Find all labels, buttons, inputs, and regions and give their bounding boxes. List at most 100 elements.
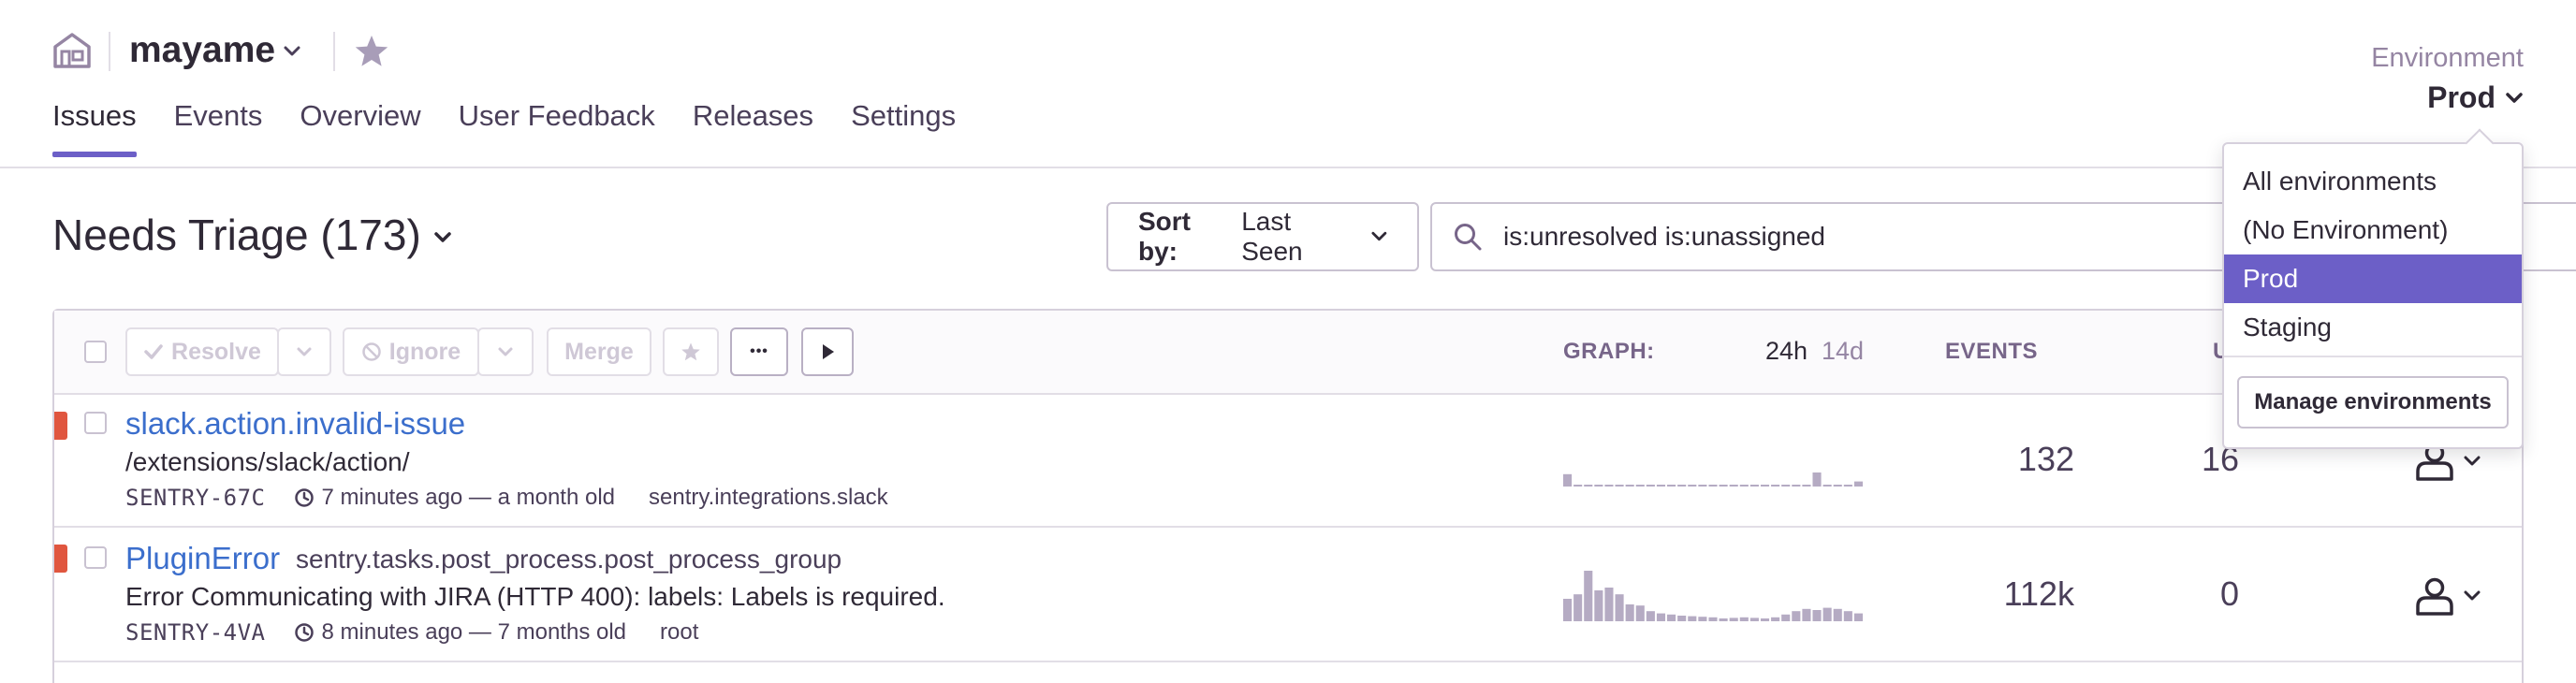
merge-button[interactable]: Merge bbox=[547, 327, 651, 376]
project-nav: Issues Events Overview User Feedback Rel… bbox=[52, 99, 956, 157]
tab-user-feedback[interactable]: User Feedback bbox=[459, 99, 655, 152]
chevron-down-icon bbox=[2464, 456, 2481, 466]
issue-title-link[interactable]: slack.action.invalid-issue bbox=[125, 406, 465, 442]
assignee-selector[interactable] bbox=[2415, 574, 2492, 618]
issue-message: Error Communicating with JIRA (HTTP 400)… bbox=[125, 582, 945, 611]
header-divider bbox=[333, 32, 335, 71]
sparkline-bar bbox=[1656, 613, 1666, 621]
chevron-down-icon bbox=[2464, 590, 2481, 601]
sort-label: Sort by: bbox=[1138, 207, 1191, 266]
issue-logger[interactable]: sentry.integrations.slack bbox=[649, 485, 888, 511]
sparkline-bar bbox=[1573, 485, 1583, 487]
sparkline-bar bbox=[1563, 473, 1573, 487]
environment-selected-value: Prod bbox=[2427, 80, 2496, 114]
header-divider-line bbox=[0, 167, 2576, 168]
issue-title-link[interactable]: PluginError bbox=[125, 541, 280, 576]
resolve-options-button[interactable] bbox=[277, 327, 331, 376]
issue-logger[interactable]: root bbox=[660, 619, 698, 646]
sparkline-bar bbox=[1812, 472, 1822, 487]
issue-checkbox[interactable] bbox=[84, 546, 107, 569]
ignore-options-button[interactable] bbox=[477, 327, 534, 376]
tab-overview[interactable]: Overview bbox=[300, 99, 420, 152]
sparkline-bar bbox=[1843, 611, 1852, 621]
clock-icon bbox=[294, 623, 314, 642]
chevron-down-icon[interactable] bbox=[283, 45, 301, 58]
sparkline-bar bbox=[1739, 617, 1749, 621]
events-column-header: EVENTS bbox=[1945, 339, 2039, 364]
sparkline-bar bbox=[1719, 618, 1728, 621]
manage-environments-button[interactable]: Manage environments bbox=[2237, 376, 2509, 429]
sparkline-bar bbox=[1563, 599, 1573, 621]
issue-short-id[interactable]: SENTRY-4VA bbox=[125, 619, 266, 646]
sparkline-bar bbox=[1677, 485, 1687, 487]
sparkline-bar bbox=[1771, 485, 1780, 487]
sparkline-bar bbox=[1604, 485, 1614, 487]
ignore-button[interactable]: Ignore bbox=[343, 327, 479, 376]
issue-sparkline bbox=[1563, 472, 1863, 487]
project-name[interactable]: mayame bbox=[129, 30, 275, 71]
realtime-play-button[interactable] bbox=[801, 327, 854, 376]
env-option-prod[interactable]: Prod bbox=[2224, 254, 2522, 303]
sparkline-bar bbox=[1615, 594, 1624, 621]
star-icon bbox=[681, 342, 700, 361]
sparkline-bar bbox=[1812, 610, 1822, 621]
home-icon[interactable] bbox=[52, 32, 92, 69]
issue-time[interactable]: 8 minutes ago — 7 months old bbox=[322, 619, 627, 646]
resolve-button[interactable]: Resolve bbox=[125, 327, 279, 376]
chevron-down-icon bbox=[297, 347, 312, 356]
issue-events-count[interactable]: 132 bbox=[1984, 440, 2074, 479]
tab-settings[interactable]: Settings bbox=[851, 99, 956, 152]
sparkline-bar bbox=[1646, 485, 1655, 487]
issue-culprit: sentry.tasks.post_process.post_process_g… bbox=[296, 545, 842, 574]
sparkline-bar bbox=[1688, 616, 1697, 621]
sparkline-bar bbox=[1635, 485, 1645, 487]
search-input[interactable] bbox=[1501, 221, 2217, 253]
sparkline-bar bbox=[1615, 485, 1624, 487]
tab-releases[interactable]: Releases bbox=[693, 99, 813, 152]
menu-divider bbox=[2224, 356, 2522, 357]
sort-dropdown-button[interactable]: Sort by: Last Seen bbox=[1106, 202, 1419, 271]
sparkline-bar bbox=[1573, 594, 1583, 621]
environment-selector[interactable]: Prod bbox=[2427, 80, 2524, 115]
issue-users-count[interactable]: 0 bbox=[2190, 574, 2239, 614]
sparkline-bar bbox=[1853, 481, 1863, 487]
env-option-staging[interactable]: Staging bbox=[2224, 303, 2522, 352]
sparkline-bar bbox=[1822, 485, 1832, 487]
tab-events[interactable]: Events bbox=[174, 99, 263, 152]
env-option-none[interactable]: (No Environment) bbox=[2224, 206, 2522, 254]
tab-issues[interactable]: Issues bbox=[52, 99, 137, 157]
sparkline-bar bbox=[1853, 613, 1863, 621]
sparkline-bar bbox=[1833, 485, 1842, 487]
issue-events-count[interactable]: 112k bbox=[1984, 574, 2074, 614]
chevron-down-icon[interactable] bbox=[432, 230, 453, 245]
page-title[interactable]: Needs Triage (173) bbox=[52, 210, 421, 260]
sparkline-bar bbox=[1584, 571, 1593, 621]
sparkline-bar bbox=[1594, 590, 1603, 621]
sparkline-bar bbox=[1677, 616, 1687, 621]
issue-short-id[interactable]: SENTRY-67C bbox=[125, 485, 266, 511]
bookmark-button[interactable] bbox=[663, 327, 719, 376]
row-divider bbox=[54, 526, 2522, 528]
issue-checkbox[interactable] bbox=[84, 412, 107, 434]
sparkline-bar bbox=[1739, 485, 1749, 487]
issue-time[interactable]: 7 minutes ago — a month old bbox=[322, 485, 616, 511]
header-divider bbox=[109, 32, 110, 71]
sparkline-bar bbox=[1604, 588, 1614, 621]
period-14d-toggle[interactable]: 14d bbox=[1822, 337, 1864, 366]
star-icon[interactable] bbox=[354, 34, 389, 69]
play-icon bbox=[823, 344, 834, 359]
sparkline-bar bbox=[1584, 485, 1593, 487]
ignore-icon bbox=[362, 342, 381, 361]
checkmark-icon bbox=[144, 344, 163, 359]
sparkline-bar bbox=[1760, 618, 1770, 621]
environment-label: Environment bbox=[2371, 43, 2524, 73]
clock-icon bbox=[294, 488, 314, 507]
env-option-all[interactable]: All environments bbox=[2224, 157, 2522, 206]
sparkline-bar bbox=[1708, 617, 1718, 621]
dropdown-caret bbox=[2465, 128, 2495, 158]
sparkline-bar bbox=[1749, 618, 1759, 621]
sparkline-bar bbox=[1771, 617, 1780, 621]
more-actions-button[interactable]: ••• bbox=[730, 327, 788, 376]
select-all-checkbox[interactable] bbox=[84, 341, 107, 363]
period-24h-toggle[interactable]: 24h bbox=[1765, 337, 1808, 366]
